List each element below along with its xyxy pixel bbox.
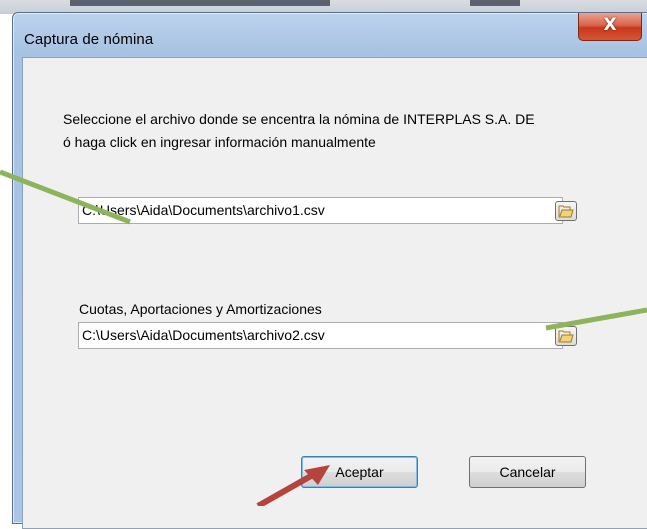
accept-button[interactable]: Aceptar (301, 456, 418, 488)
file2-path-value: C:\Users\Aida\Documents\archivo2.csv (82, 327, 325, 343)
instruction-line-1: Seleccione el archivo donde se encentra … (63, 111, 535, 127)
instruction-text: Seleccione el archivo donde se encentra … (63, 108, 535, 154)
dialog-title: Captura de nómina (24, 31, 154, 48)
cancel-button[interactable]: Cancelar (469, 456, 586, 488)
dialog-window: Captura de nómina X Seleccione el archiv… (12, 12, 647, 529)
folder-open-icon (558, 330, 574, 343)
file1-path-value: C:\Users\Aida\Documents\archivo1.csv (82, 202, 325, 218)
background-strip-segment (70, 0, 330, 6)
browse-file2-button[interactable] (555, 326, 577, 346)
contributions-label: Cuotas, Aportaciones y Amortizaciones (79, 301, 322, 317)
browse-file1-button[interactable] (555, 201, 577, 221)
folder-open-icon (558, 205, 574, 218)
file2-path-input[interactable]: C:\Users\Aida\Documents\archivo2.csv (78, 322, 563, 349)
close-icon: X (603, 15, 617, 35)
file1-path-input[interactable]: C:\Users\Aida\Documents\archivo1.csv (78, 197, 563, 224)
title-bar[interactable]: Captura de nómina X (13, 13, 647, 57)
dialog-body: Seleccione el archivo donde se encentra … (22, 57, 647, 529)
close-button[interactable]: X (578, 13, 642, 41)
background-strip-segment (470, 0, 520, 6)
instruction-line-2: ó haga click en ingresar información man… (63, 134, 376, 150)
